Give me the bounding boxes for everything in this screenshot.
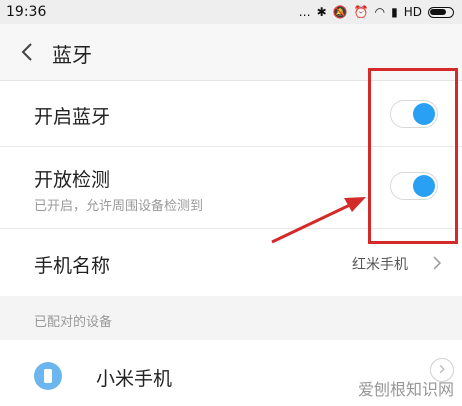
bluetooth-icon: ✱ xyxy=(316,5,327,19)
phone-icon xyxy=(34,362,62,390)
chevron-right-icon xyxy=(433,256,442,270)
paired-section-header: 已配对的设备 xyxy=(0,296,462,340)
status-bar: 19:36 … ✱ 🔕 ⏰ ◠ ▮ HD xyxy=(0,0,462,24)
mute-icon: 🔕 xyxy=(332,5,348,19)
network-label: HD xyxy=(403,5,422,19)
signal-icon: ▮ xyxy=(391,5,398,19)
paired-device-name: 小米手机 xyxy=(96,368,173,390)
status-icons: … ✱ 🔕 ⏰ ◠ ▮ HD xyxy=(299,3,454,21)
alarm-icon: ⏰ xyxy=(353,5,369,19)
dots-icon: … xyxy=(298,5,311,19)
annotation-highlight-box xyxy=(368,68,458,244)
discoverable-label: 开放检测 xyxy=(34,169,111,191)
page-title: 蓝牙 xyxy=(52,43,92,67)
status-time: 19:36 xyxy=(6,4,47,20)
discoverable-subtext: 已开启，允许周围设备检测到 xyxy=(34,199,204,214)
watermark: 爱刨根知识网 xyxy=(357,380,454,399)
bluetooth-label: 开启蓝牙 xyxy=(34,106,111,128)
device-name-label: 手机名称 xyxy=(34,255,111,277)
back-arrow-icon[interactable] xyxy=(16,40,40,64)
paired-section-title: 已配对的设备 xyxy=(34,315,113,330)
device-name-value: 红米手机 xyxy=(352,257,408,273)
battery-icon xyxy=(428,6,454,18)
wifi-icon: ◠ xyxy=(374,5,386,19)
